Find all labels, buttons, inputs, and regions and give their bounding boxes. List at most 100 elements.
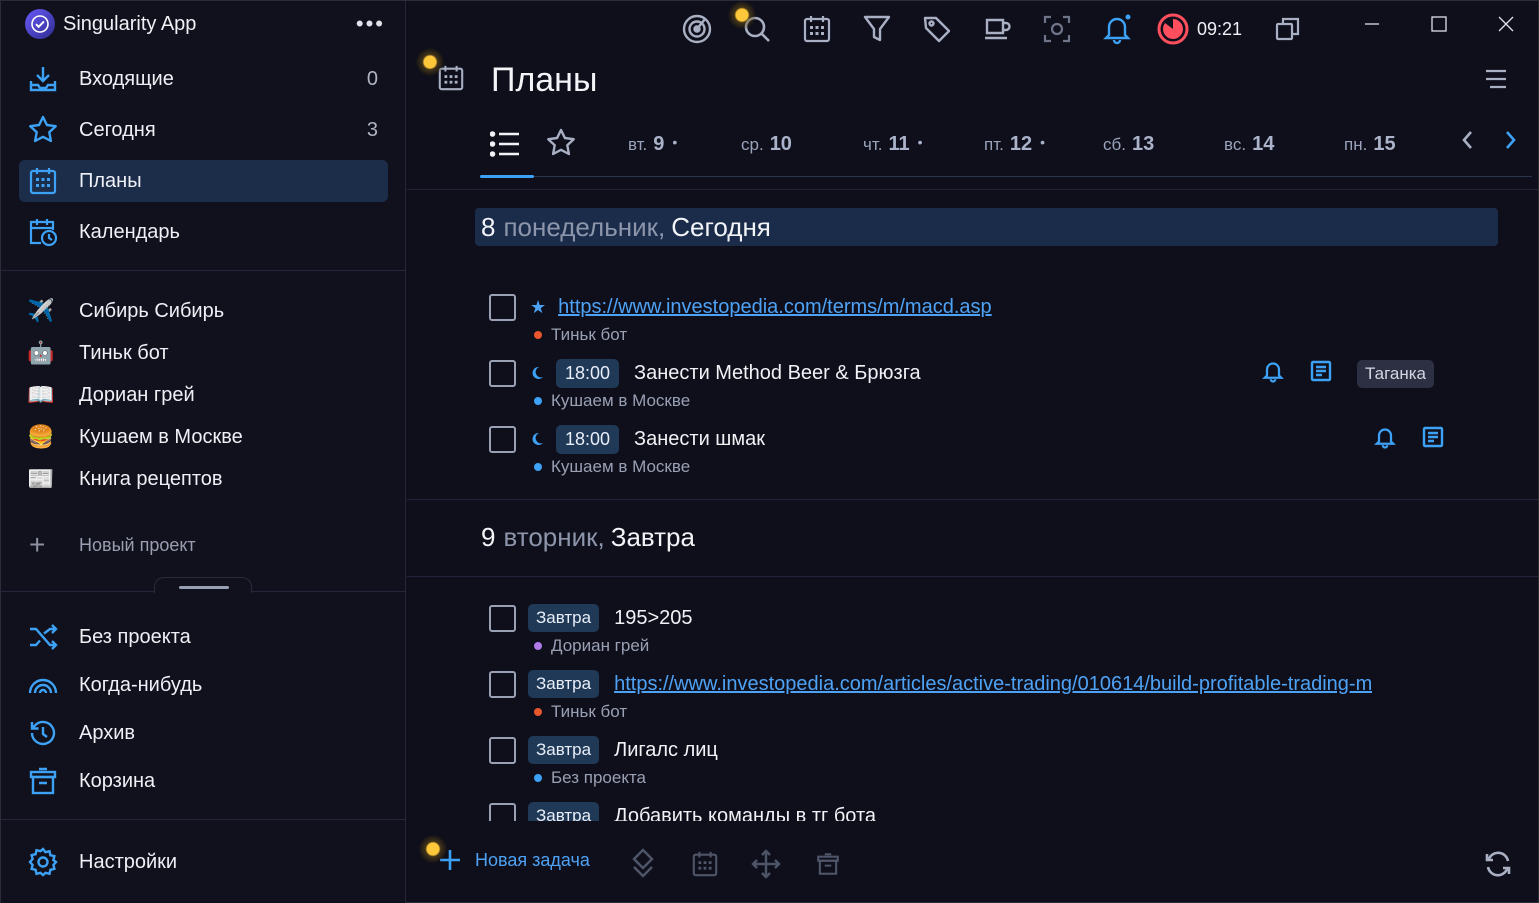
trash-icon[interactable] (815, 851, 841, 882)
new-project-button[interactable]: + Новый проект (29, 531, 196, 559)
evening-icon (530, 432, 544, 446)
nav-trash[interactable]: Корзина (19, 760, 388, 802)
new-task-button[interactable]: Новая задача (439, 849, 590, 871)
project-dot (534, 708, 542, 716)
day-tab-sun[interactable]: вс. 14 (1224, 133, 1274, 156)
app-title: Singularity App (63, 12, 197, 35)
project-label: Тиньк бот (79, 341, 169, 364)
active-tab-indicator (480, 175, 534, 178)
bell-icon[interactable] (1097, 9, 1137, 49)
highlight-dot (728, 1, 756, 29)
task-item: 18:00 Занести шмак Кушаем в Москве (489, 422, 1449, 478)
day-tab-tue[interactable]: вт. 9 • (628, 133, 677, 156)
task-project: Тиньк бот (551, 325, 628, 344)
task-list-scroll[interactable]: Завтра 195>205 Дориан грей Завтра https:… (407, 581, 1539, 821)
app-menu-button[interactable]: ••• (356, 11, 385, 37)
task-link[interactable]: https://www.investopedia.com/terms/m/mac… (558, 296, 992, 319)
focus-mode-icon[interactable] (1037, 9, 1077, 49)
mini-window-icon[interactable] (1268, 9, 1308, 49)
calendar-icon[interactable] (691, 850, 719, 883)
book-icon: 📖 (27, 382, 55, 407)
day-tab-num: 10 (769, 133, 792, 155)
sync-icon[interactable] (1483, 849, 1513, 884)
focus-target-icon[interactable] (677, 9, 717, 49)
task-checkbox[interactable] (489, 802, 516, 821)
day-tab-dow: вс. (1224, 135, 1247, 154)
task-title[interactable]: Занести шмак (634, 428, 765, 451)
maximize-button[interactable] (1406, 1, 1472, 47)
move-icon[interactable] (751, 849, 781, 884)
close-icon (1498, 16, 1514, 32)
reminder-bell-icon[interactable] (1373, 425, 1397, 454)
nav-calendar[interactable]: Календарь (19, 211, 388, 253)
nav-settings-label: Настройки (79, 850, 178, 873)
nav-trash-label: Корзина (79, 769, 156, 792)
project-label: Дориан грей (79, 383, 195, 406)
robot-icon: 🤖 (27, 340, 55, 365)
task-checkbox[interactable] (489, 293, 516, 321)
resize-handle[interactable] (154, 577, 252, 593)
project-label: Сибирь Сибирь (79, 299, 225, 322)
time-badge: 18:00 (556, 358, 620, 388)
task-tag[interactable]: Таганка (1357, 359, 1435, 388)
nav-no-project-label: Без проекта (79, 625, 191, 648)
nav-calendar-label: Календарь (79, 220, 180, 243)
app-logo-icon (25, 9, 55, 39)
project-item[interactable]: 📰 Книга рецептов (25, 458, 385, 500)
week-nav (1460, 129, 1518, 156)
chevron-left-icon[interactable] (1460, 129, 1474, 156)
note-icon[interactable] (1309, 359, 1333, 388)
reminder-bell-icon[interactable] (1261, 359, 1285, 388)
coffee-icon[interactable] (977, 9, 1017, 49)
starred-tab[interactable] (545, 127, 577, 159)
minimize-button[interactable] (1339, 1, 1405, 47)
nav-someday[interactable]: Когда-нибудь (19, 664, 388, 706)
day-tab-thu[interactable]: чт. 11 • (863, 133, 923, 156)
hamburger-icon[interactable] (1484, 67, 1508, 96)
project-item[interactable]: 🍔 Кушаем в Москве (25, 416, 385, 458)
day-tab-sat[interactable]: сб. 13 (1103, 133, 1154, 156)
day-section-header: 9 вторник, Завтра (475, 518, 1498, 556)
nav-archive[interactable]: Архив (19, 712, 388, 754)
task-checkbox[interactable] (489, 604, 516, 632)
task-title[interactable]: Добавить команды в тг бота (614, 805, 876, 822)
task-checkbox[interactable] (489, 670, 516, 698)
day-tab-num: 13 (1131, 133, 1155, 155)
gear-icon (27, 846, 59, 878)
day-tab-mon[interactable]: пн. 15 (1344, 133, 1396, 156)
day-tab-dow: пт. (984, 135, 1004, 154)
list-view-tab[interactable] (490, 131, 520, 157)
day-tab-fri[interactable]: пт. 12 • (984, 133, 1045, 156)
nav-today[interactable]: Сегодня 3 (19, 109, 388, 151)
note-icon[interactable] (1421, 425, 1445, 454)
priority-icon[interactable] (631, 847, 655, 884)
nav-inbox[interactable]: Входящие 0 (19, 58, 388, 100)
project-item[interactable]: 🤖 Тиньк бот (25, 332, 385, 374)
nav-plans[interactable]: Планы (19, 160, 388, 202)
task-title[interactable]: Лигалс лиц (614, 739, 718, 762)
date-badge: Завтра (528, 604, 600, 632)
nav-settings[interactable]: Настройки (19, 841, 388, 883)
task-checkbox[interactable] (489, 359, 516, 387)
main-nav: Входящие 0 Сегодня 3 Планы Календарь (19, 58, 388, 262)
nav-no-project[interactable]: Без проекта (19, 616, 388, 658)
close-button[interactable] (1473, 1, 1539, 47)
task-checkbox[interactable] (489, 736, 516, 764)
task-link[interactable]: https://www.investopedia.com/articles/ac… (614, 673, 1372, 696)
tag-icon[interactable] (917, 9, 957, 49)
project-item[interactable]: ✈️ Сибирь Сибирь (25, 290, 385, 332)
calendar-icon[interactable] (797, 9, 837, 49)
project-item[interactable]: 📖 Дориан грей (25, 374, 385, 416)
task-actions (1373, 425, 1445, 454)
day-tab-wed[interactable]: ср. 10 (741, 133, 792, 156)
task-title[interactable]: 195>205 (614, 607, 692, 630)
task-checkbox[interactable] (489, 425, 516, 453)
history-icon (27, 717, 59, 749)
pomodoro-timer[interactable]: 09:21 (1157, 13, 1242, 45)
chevron-right-icon[interactable] (1504, 129, 1518, 156)
plus-icon: + (29, 529, 46, 560)
task-title[interactable]: Занести Method Beer & Брюзга (634, 362, 921, 385)
section-divider (407, 576, 1538, 577)
filter-icon[interactable] (857, 9, 897, 49)
date-badge: Завтра (528, 802, 600, 821)
